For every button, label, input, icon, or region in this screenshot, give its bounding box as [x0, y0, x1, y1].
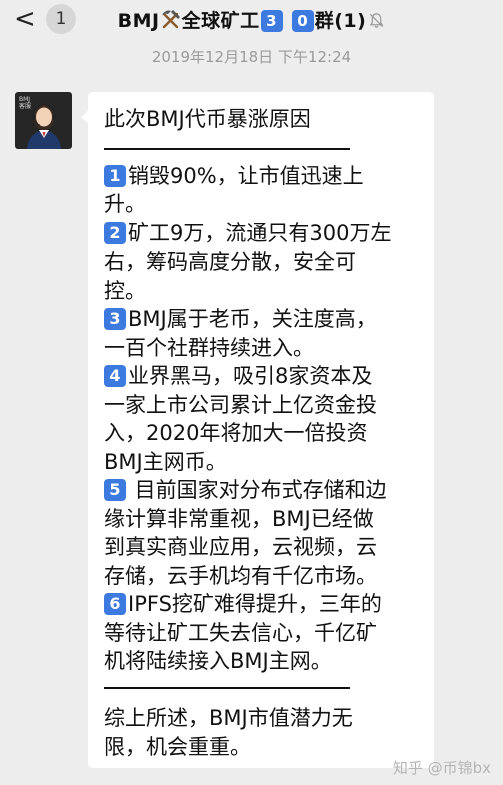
chat-title[interactable]: BMJ 全球矿工 3 0 群(1): [0, 6, 503, 33]
item-4-line-1: 4 业界黑马，吸引8家资本及: [104, 362, 372, 390]
keycap-digit-5: 5: [104, 479, 126, 501]
item-6-line-2: 等待让矿工失去信心，千亿矿: [104, 621, 377, 645]
message-timestamp: 2019年12月18日 下午12:24: [151, 48, 352, 66]
item-3-line-2: 一百个社群持续进入。: [104, 336, 314, 360]
item-6-line-3: 机将陆续接入BMJ主网。: [104, 649, 332, 673]
keycap-digit-1: 1: [104, 165, 126, 187]
item-2-line-3: 控。: [104, 279, 146, 303]
bell-muted-icon: [369, 13, 384, 28]
item-5-line-3: 到真实商业应用，云视频，云: [104, 535, 377, 559]
item-6-line-1: 6 IPFS挖矿难得提升，三年的: [104, 590, 382, 618]
item-5-line-4: 存储，云手机均有千亿市场。: [104, 564, 377, 588]
group-name-prefix: BMJ: [117, 10, 160, 32]
avatar-label: BMJ 客服: [19, 96, 32, 110]
message-bubble[interactable]: 此次BMJ代币暴涨原因 1 销毁90%，让市值迅速上 升。 2 矿工9万，流通只有3…: [81, 92, 434, 768]
item-2-line-2: 右，筹码高度分散，安全可: [104, 250, 356, 274]
keycap-digit-6: 6: [104, 593, 126, 615]
divider-bottom: [104, 687, 350, 689]
item-5-line-2: 缘计算非常重视，BMJ已经做: [104, 507, 374, 531]
item-5-line-1: 5 目前国家对分布式存储和边: [104, 476, 387, 504]
chat-header: < 1 BMJ 全球矿工 3 0 群(1): [0, 0, 503, 40]
message-title: 此次BMJ代币暴涨原因: [104, 107, 311, 131]
keycap-digit-3: 3: [260, 10, 283, 32]
sender-avatar[interactable]: BMJ 客服: [15, 92, 72, 149]
hammer-pick-icon: [161, 10, 180, 29]
item-4-line-3: 入，2020年将加大一倍投资: [104, 421, 368, 445]
item-4-line-2: 一家上市公司累计上亿资金投: [104, 393, 377, 417]
conclusion-line-2: 限，机会重重。: [104, 735, 251, 759]
group-name-suffix: 群(1): [314, 10, 367, 32]
keycap-digit-0: 0: [291, 10, 314, 32]
divider-top: [104, 148, 350, 150]
watermark: 知乎 @币锦bx: [392, 759, 491, 777]
conclusion-line-1: 综上所述，BMJ市值潜力无: [104, 706, 353, 730]
item-2-line-1: 2 矿工9万，流通只有300万左: [104, 219, 391, 247]
bubble-tail: [81, 110, 89, 124]
item-1-line-2: 升。: [104, 192, 146, 216]
item-3-line-1: 3 BMJ属于老币，关注度高，: [104, 305, 377, 333]
item-4-line-4: BMJ主网币。: [104, 450, 227, 474]
item-1-line-1: 1 销毁90%，让市值迅速上: [104, 162, 364, 190]
keycap-digit-3: 3: [104, 308, 126, 330]
group-name-mid: 全球矿工: [181, 10, 260, 32]
keycap-digit-4: 4: [104, 365, 126, 387]
keycap-digit-2: 2: [104, 222, 126, 244]
